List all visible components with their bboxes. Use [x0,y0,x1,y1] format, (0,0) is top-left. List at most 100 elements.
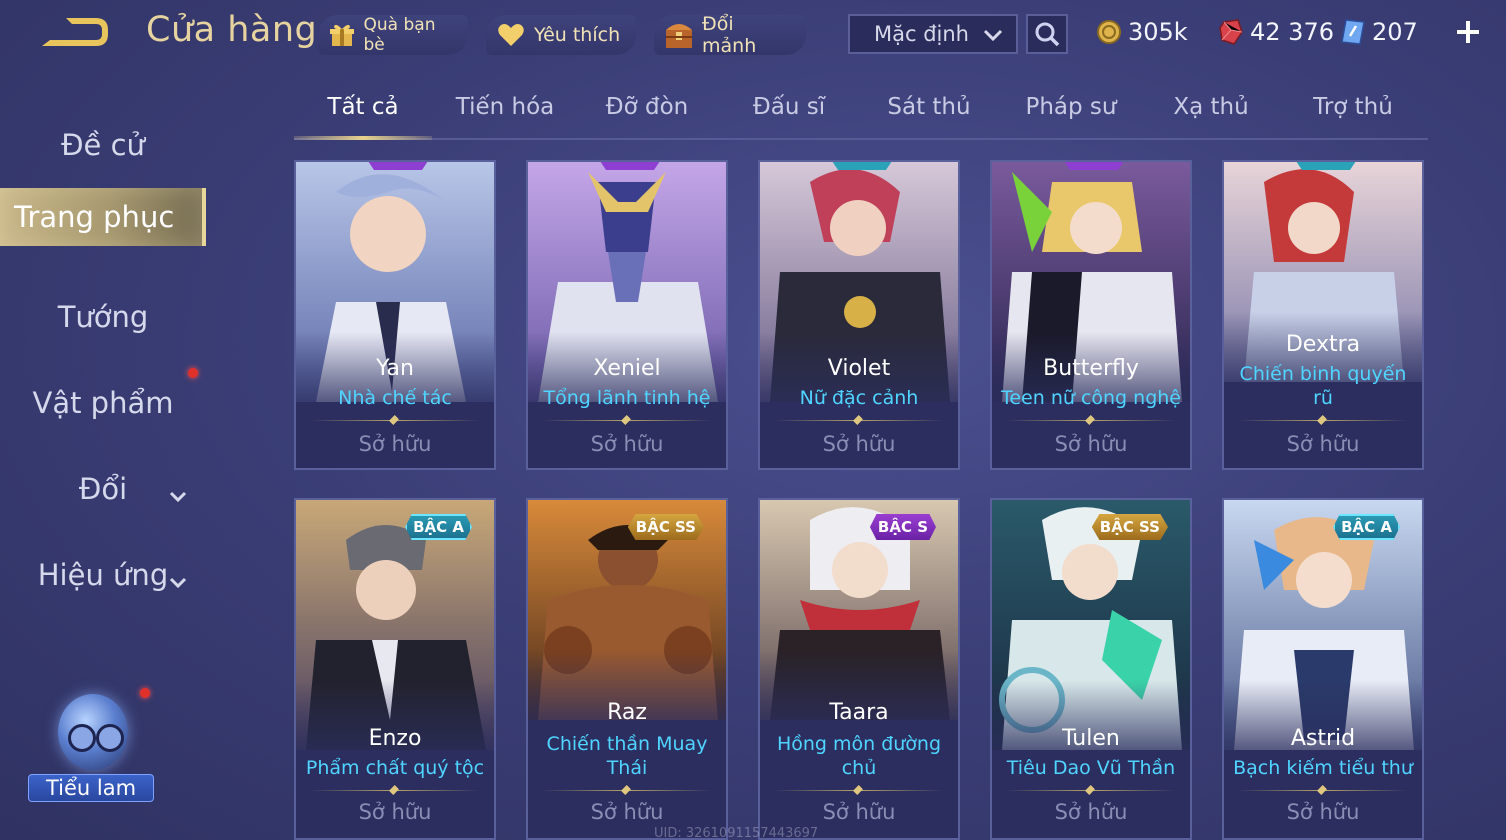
card-divider [542,790,712,791]
assistant-button[interactable]: Tiểu lam [28,690,156,808]
sidebar-item-items[interactable]: Vật phẩm [0,374,206,432]
back-button[interactable] [36,12,112,52]
gift-friends-button[interactable]: Quà bạn bè [318,15,468,55]
chevron-down-icon [168,564,188,598]
search-button[interactable] [1026,14,1068,54]
plus-icon [1457,21,1479,43]
owned-status: Sở hữu [358,800,432,824]
hero-name: Taara [829,700,889,725]
skin-card[interactable]: BẬC SS Tulen Tiêu Dao Vũ Thần Sở hữu [990,498,1192,840]
tier-badge-partial [1064,162,1124,170]
skin-name: Nhà chế tác [338,387,452,409]
tab-fighter[interactable]: Đấu sĩ [720,94,858,136]
favorite-button[interactable]: Yêu thích [486,15,636,55]
heart-icon [496,20,526,50]
treasure-chest-icon [664,20,694,50]
voucher-amount: 207 [1372,18,1418,46]
sort-dropdown[interactable]: Mặc định [848,14,1018,54]
card-divider [1006,420,1176,421]
favorite-label: Yêu thích [534,24,621,46]
sidebar-item-exchange[interactable]: Đổi [0,460,206,518]
skin-card[interactable]: Xeniel Tổng lãnh tinh hệ Sở hữu [526,160,728,470]
tier-badge: BẬC A [1333,514,1400,540]
skin-name: Chiến thần Muay Thái [546,733,708,779]
card-divider [310,420,480,421]
gift-friends-label: Quà bạn bè [363,15,436,55]
skin-card[interactable]: BẬC A Enzo Phẩm chất quý tộc Sở hữu [294,498,496,840]
card-divider [1238,420,1408,421]
card-divider [1238,790,1408,791]
tier-badge-partial [832,162,892,170]
sidebar-item-featured[interactable]: Đề cử [0,116,206,174]
hero-name: Yan [376,356,414,381]
tier-badge: BẬC SS [1091,514,1168,540]
card-divider [542,420,712,421]
sidebar-item-label: Vật phẩm [32,386,174,420]
add-currency-button[interactable] [1452,16,1484,48]
gift-icon [328,20,356,50]
skin-card[interactable]: BẬC A Astrid Bạch kiếm tiểu thư Sở hữu [1222,498,1424,840]
skin-grid: Yan Nhà chế tác Sở hữu Xeniel Tổng lãnh … [294,160,1428,840]
gold-currency: 305k [1096,16,1188,48]
sidebar-item-skins[interactable]: Trang phục [0,188,206,246]
hero-name: Raz [607,700,647,725]
skin-card[interactable]: Dextra Chiến binh quyến rũ Sở hữu [1222,160,1424,470]
gem-currency: 42 376 [1218,16,1334,48]
owned-status: Sở hữu [590,432,664,456]
tab-all[interactable]: Tất cả [294,94,432,136]
skin-card[interactable]: Yan Nhà chế tác Sở hữu [294,160,496,470]
gold-amount: 305k [1128,18,1188,46]
skin-card[interactable]: BẬC S Taara Hồng môn đường chủ Sở hữu [758,498,960,840]
gold-coin-icon [1097,20,1121,44]
tab-support[interactable]: Trợ thủ [1284,94,1422,136]
owned-status: Sở hữu [1286,800,1360,824]
voucher-icon [1341,19,1365,45]
sidebar-item-label: Tướng [57,300,149,334]
category-tabs: Tất cả Tiến hóa Đỡ đòn Đấu sĩ Sát thủ Ph… [294,88,1428,140]
skin-card[interactable]: Butterfly Teen nữ công nghệ Sở hữu [990,160,1192,470]
card-divider [774,790,944,791]
tab-evolution[interactable]: Tiến hóa [436,94,574,136]
hero-name: Xeniel [593,356,661,381]
tier-badge-partial [368,162,428,170]
chevron-down-icon [168,478,188,512]
skin-name: Hồng môn đường chủ [776,733,942,779]
assistant-avatar-icon [58,694,128,770]
skin-name: Tiêu Dao Vũ Thần [1006,757,1176,779]
skin-name: Nữ đặc cảnh [799,387,919,409]
skin-card[interactable]: Violet Nữ đặc cảnh Sở hữu [758,160,960,470]
sidebar-item-effects[interactable]: Hiệu ứng [0,546,206,604]
notification-dot [188,368,198,378]
tier-badge: BẬC S [869,514,936,540]
skin-name: Chiến binh quyến rũ [1239,363,1407,409]
sidebar-item-label: Đề cử [61,128,145,162]
card-divider [774,420,944,421]
owned-status: Sở hữu [590,800,664,824]
shard-exchange-button[interactable]: Đổi mảnh [654,13,806,57]
skin-card[interactable]: BẬC SS Raz Chiến thần Muay Thái Sở hữu [526,498,728,840]
tab-assassin[interactable]: Sát thủ [860,94,998,136]
hero-name: Violet [827,356,891,381]
page-title: Cửa hàng [146,10,318,50]
owned-status: Sở hữu [358,432,432,456]
tab-marksman[interactable]: Xạ thủ [1142,94,1280,136]
red-gem-icon [1219,19,1243,45]
hero-name: Enzo [368,726,422,751]
owned-status: Sở hữu [1054,800,1128,824]
tier-badge: BẬC A [405,514,472,540]
tier-badge-partial [600,162,660,170]
owned-status: Sở hữu [822,432,896,456]
sidebar-item-heroes[interactable]: Tướng [0,288,206,346]
tier-badge: BẬC SS [627,514,704,540]
hero-name: Dextra [1285,332,1361,357]
hero-name: Butterfly [1043,356,1139,381]
gem-amount: 42 376 [1250,18,1334,46]
tier-badge-partial [1296,162,1356,170]
hero-name: Tulen [1062,726,1120,751]
skin-name: Tổng lãnh tinh hệ [543,387,711,409]
owned-status: Sở hữu [1286,432,1360,456]
user-id-watermark: UID: 3261091157443697 [654,826,819,840]
back-arrow-icon [42,18,108,46]
tab-tank[interactable]: Đỡ đòn [578,94,716,136]
tab-mage[interactable]: Pháp sư [1002,94,1140,136]
